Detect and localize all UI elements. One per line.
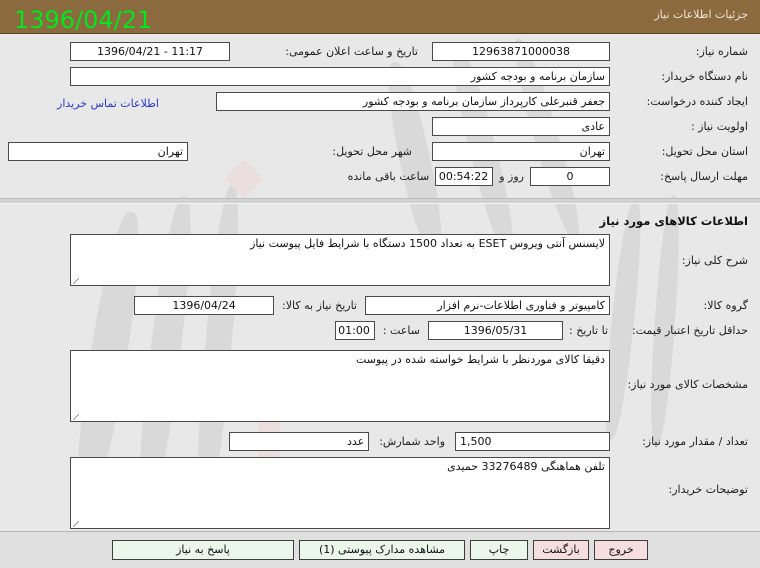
field-general-description[interactable]: لایسنس آنتی ویروس ESET به تعداد 1500 دست… xyxy=(70,234,610,286)
field-province[interactable]: تهران xyxy=(432,142,610,161)
overlay-date-stamp: 1396/04/21 xyxy=(14,6,153,34)
label-unit: واحد شمارش: xyxy=(379,435,445,448)
action-bar: خروج بازگشت چاپ مشاهده مدارک پیوستی (1) … xyxy=(0,531,760,568)
field-announce-datetime[interactable]: 11:17 - 1396/04/21 xyxy=(70,42,230,61)
section-divider xyxy=(0,198,760,204)
buyer-contact-info-link[interactable]: اطلاعات تماس خریدار xyxy=(57,97,159,110)
label-price-validity-time: ساعت : xyxy=(382,324,420,337)
row-specifications: مشخصات کالای مورد نیاز: دقیقا کالای مورد… xyxy=(0,348,760,424)
respond-to-need-button[interactable]: پاسخ به نیاز xyxy=(112,540,294,560)
label-deadline-suffix: ساعت باقی مانده xyxy=(347,170,430,183)
row-need-number: شماره نیاز: 12963871000038 تاریخ و ساعت … xyxy=(0,40,760,63)
label-deadline-days-unit: روز و xyxy=(499,170,524,183)
row-goods-group: گروه کالا: کامپیوتر و فناوری اطلاعات-نرم… xyxy=(0,294,760,317)
label-response-deadline: مهلت ارسال پاسخ: xyxy=(660,170,748,183)
label-province: استان محل تحویل: xyxy=(661,145,748,158)
row-buyer-org: نام دستگاه خریدار: سازمان برنامه و بودجه… xyxy=(0,65,760,88)
label-announce-datetime: تاریخ و ساعت اعلان عمومی: xyxy=(285,45,418,58)
row-priority: اولویت نیاز : عادی xyxy=(0,115,760,138)
label-priority: اولویت نیاز : xyxy=(690,120,748,133)
label-need-number: شماره نیاز: xyxy=(695,45,748,58)
print-button[interactable]: چاپ xyxy=(470,540,528,560)
field-deadline-days[interactable]: 0 xyxy=(530,167,610,186)
field-specifications[interactable]: دقیقا کالای موردنظر با شرایط خواسته شده … xyxy=(70,350,610,422)
goods-section-title: اطلاعات کالاهای مورد نیاز xyxy=(599,214,748,228)
page-root: جزئیات اطلاعات نیاز 1396/04/21 شماره نیا… xyxy=(0,0,760,568)
row-response-deadline: مهلت ارسال پاسخ: 0 روز و 00:54:22 ساعت ب… xyxy=(0,165,760,188)
field-need-number[interactable]: 12963871000038 xyxy=(432,42,610,61)
back-button[interactable]: بازگشت xyxy=(533,540,589,560)
row-buyer-notes: توضیحات خریدار: تلفن هماهنگی 33276489 حم… xyxy=(0,455,760,531)
view-attachments-button[interactable]: مشاهده مدارک پیوستی (1) xyxy=(299,540,465,560)
label-goods-group: گروه کالا: xyxy=(703,299,748,312)
field-unit[interactable]: عدد xyxy=(229,432,370,451)
field-quantity[interactable]: 1,500 xyxy=(455,432,610,451)
goods-info-panel: اطلاعات کالاهای مورد نیاز شرح کلی نیاز: … xyxy=(0,208,760,531)
row-price-validity: حداقل تاریخ اعتبار قیمت: تا تاریخ : 1396… xyxy=(0,319,760,342)
field-buyer-org[interactable]: سازمان برنامه و بودجه کشور xyxy=(70,67,610,86)
label-general-description: شرح کلی نیاز: xyxy=(681,254,748,267)
row-delivery-location: استان محل تحویل: تهران شهر محل تحویل: ته… xyxy=(0,140,760,163)
field-priority[interactable]: عادی xyxy=(432,117,610,136)
label-requester: ایجاد کننده درخواست: xyxy=(646,95,748,108)
field-price-validity-time[interactable]: 01:00 xyxy=(334,321,375,340)
row-general-description: شرح کلی نیاز: لایسنس آنتی ویروس ESET به … xyxy=(0,232,760,288)
field-price-validity-date[interactable]: 1396/05/31 xyxy=(428,321,563,340)
field-need-date[interactable]: 1396/04/24 xyxy=(134,296,275,315)
label-price-validity: حداقل تاریخ اعتبار قیمت: xyxy=(632,324,748,337)
label-quantity: تعداد / مقدار مورد نیاز: xyxy=(642,435,748,448)
row-requester: ایجاد کننده درخواست: جعفر قنبرعلی کارپرد… xyxy=(0,90,760,113)
field-requester[interactable]: جعفر قنبرعلی کارپرداز سازمان برنامه و بو… xyxy=(216,92,610,111)
label-price-validity-to: تا تاریخ : xyxy=(569,324,608,337)
field-buyer-notes[interactable]: تلفن هماهنگی 33276489 حمیدی xyxy=(70,457,610,529)
field-city[interactable]: تهران xyxy=(8,142,188,161)
label-specifications: مشخصات کالای مورد نیاز: xyxy=(627,378,748,391)
label-city: شهر محل تحویل: xyxy=(332,145,412,158)
page-title: جزئیات اطلاعات نیاز xyxy=(654,8,748,21)
exit-button[interactable]: خروج xyxy=(594,540,648,560)
label-buyer-org: نام دستگاه خریدار: xyxy=(661,70,748,83)
field-deadline-time[interactable]: 00:54:22 xyxy=(435,167,494,186)
field-goods-group[interactable]: کامپیوتر و فناوری اطلاعات-نرم افزار xyxy=(365,296,610,315)
label-need-date: تاریخ نیاز به کالا: xyxy=(282,299,357,312)
need-summary-panel: شماره نیاز: 12963871000038 تاریخ و ساعت … xyxy=(0,34,760,194)
label-buyer-notes: توضیحات خریدار: xyxy=(668,483,749,496)
row-quantity: تعداد / مقدار مورد نیاز: 1,500 واحد شمار… xyxy=(0,430,760,453)
